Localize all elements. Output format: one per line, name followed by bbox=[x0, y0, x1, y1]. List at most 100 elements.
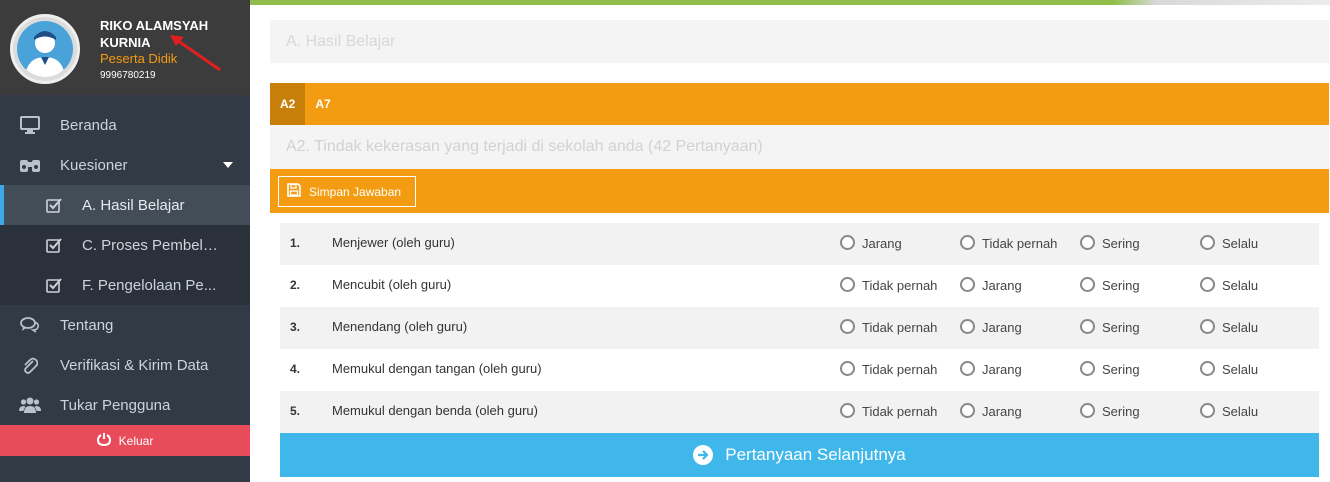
question-row: 1. Menjewer (oleh guru) Jarang Tidak per… bbox=[280, 223, 1319, 265]
answer-option[interactable]: Sering bbox=[1080, 361, 1140, 377]
radio-button[interactable] bbox=[960, 361, 975, 376]
question-row: 2. Mencubit (oleh guru) Tidak pernah Jar… bbox=[280, 265, 1319, 307]
user-profile: RIKO ALAMSYAH KURNIA Peserta Didik 99967… bbox=[0, 0, 250, 95]
answer-option[interactable]: Selalu bbox=[1200, 403, 1258, 419]
question-number: 2. bbox=[290, 278, 301, 292]
sidebar-item-tukar-pengguna[interactable]: Tukar Pengguna bbox=[0, 385, 250, 425]
question-number: 5. bbox=[290, 404, 301, 418]
answer-option[interactable]: Tidak pernah bbox=[840, 361, 937, 377]
question-row: 5. Memukul dengan benda (oleh guru) Tida… bbox=[280, 391, 1319, 433]
sidebar-item-pengelolaan[interactable]: F. Pengelolaan Pe... bbox=[0, 265, 250, 305]
radio-button[interactable] bbox=[1200, 403, 1215, 418]
answer-option[interactable]: Tidak pernah bbox=[960, 235, 1057, 251]
radio-button[interactable] bbox=[960, 319, 975, 334]
main-content: A. Hasil Belajar A2 A7 A2. Tindak kekera… bbox=[250, 5, 1330, 482]
question-tabs: A2 A7 bbox=[270, 83, 1329, 125]
save-toolbar: Simpan Jawaban bbox=[270, 169, 1329, 213]
chevron-down-icon bbox=[223, 162, 233, 168]
red-arrow-annotation-icon bbox=[170, 35, 221, 72]
radio-button[interactable] bbox=[840, 403, 855, 418]
tab-a2[interactable]: A2 bbox=[270, 83, 306, 125]
question-text: Menjewer (oleh guru) bbox=[332, 235, 455, 250]
answer-option[interactable]: Tidak pernah bbox=[840, 319, 937, 335]
checkbox-icon bbox=[0, 277, 82, 293]
paperclip-icon bbox=[0, 356, 60, 374]
answer-option[interactable]: Jarang bbox=[960, 319, 1022, 335]
answer-option[interactable]: Sering bbox=[1080, 235, 1140, 251]
answer-option[interactable]: Jarang bbox=[960, 403, 1022, 419]
question-number: 4. bbox=[290, 362, 301, 376]
question-number: 1. bbox=[290, 236, 301, 250]
radio-button[interactable] bbox=[1080, 235, 1095, 250]
sidebar-item-beranda[interactable]: Beranda bbox=[0, 105, 250, 145]
radio-button[interactable] bbox=[1080, 319, 1095, 334]
sidebar-item-label: Tukar Pengguna bbox=[60, 396, 171, 414]
radio-button[interactable] bbox=[1200, 277, 1215, 292]
logout-button[interactable]: Keluar bbox=[0, 425, 250, 456]
sidebar-item-proses-pembelajaran[interactable]: C. Proses Pembela... bbox=[0, 225, 250, 265]
user-role: Peserta Didik bbox=[100, 51, 178, 66]
sidebar-item-label: F. Pengelolaan Pe... bbox=[82, 276, 217, 294]
tab-a7[interactable]: A7 bbox=[305, 83, 340, 125]
sidebar-item-label: Beranda bbox=[60, 116, 117, 134]
comments-icon bbox=[0, 317, 60, 333]
arrow-right-circle-icon bbox=[693, 445, 714, 465]
radio-button[interactable] bbox=[840, 361, 855, 376]
radio-button[interactable] bbox=[960, 403, 975, 418]
save-icon bbox=[287, 183, 301, 200]
radio-button[interactable] bbox=[960, 235, 975, 250]
radio-button[interactable] bbox=[840, 235, 855, 250]
answer-option[interactable]: Tidak pernah bbox=[840, 277, 937, 293]
users-icon bbox=[0, 396, 60, 414]
radio-button[interactable] bbox=[1080, 361, 1095, 376]
answer-option[interactable]: Jarang bbox=[960, 361, 1022, 377]
answer-option[interactable]: Tidak pernah bbox=[840, 403, 937, 419]
question-text: Menendang (oleh guru) bbox=[332, 319, 468, 334]
question-list: 1. Menjewer (oleh guru) Jarang Tidak per… bbox=[280, 223, 1319, 433]
user-id: 9996780219 bbox=[100, 70, 156, 81]
sidebar-item-verifikasi[interactable]: Verifikasi & Kirim Data bbox=[0, 345, 250, 385]
question-row: 3. Menendang (oleh guru) Tidak pernah Ja… bbox=[280, 307, 1319, 349]
sidebar-item-label: Verifikasi & Kirim Data bbox=[60, 356, 209, 374]
radio-button[interactable] bbox=[840, 277, 855, 292]
radio-button[interactable] bbox=[960, 277, 975, 292]
sidebar-item-hasil-belajar[interactable]: A. Hasil Belajar bbox=[0, 185, 250, 225]
power-icon bbox=[96, 432, 111, 449]
question-text: Memukul dengan benda (oleh guru) bbox=[332, 403, 538, 418]
answer-option[interactable]: Selalu bbox=[1200, 319, 1258, 335]
save-answers-button[interactable]: Simpan Jawaban bbox=[278, 176, 416, 207]
answer-option[interactable]: Jarang bbox=[840, 235, 902, 251]
question-number: 3. bbox=[290, 320, 301, 334]
radio-button[interactable] bbox=[1200, 361, 1215, 376]
sidebar-item-tentang[interactable]: Tentang bbox=[0, 305, 250, 345]
answer-option[interactable]: Jarang bbox=[960, 277, 1022, 293]
sidebar-item-kuesioner[interactable]: Kuesioner bbox=[0, 145, 250, 185]
question-text: Memukul dengan tangan (oleh guru) bbox=[332, 361, 542, 376]
radio-button[interactable] bbox=[1080, 403, 1095, 418]
binoculars-icon bbox=[0, 157, 60, 173]
radio-button[interactable] bbox=[1200, 235, 1215, 250]
answer-option[interactable]: Selalu bbox=[1200, 235, 1258, 251]
answer-option[interactable]: Selalu bbox=[1200, 277, 1258, 293]
monitor-icon bbox=[0, 116, 60, 134]
next-question-button[interactable]: Pertanyaan Selanjutnya bbox=[280, 433, 1319, 477]
answer-option[interactable]: Sering bbox=[1080, 277, 1140, 293]
logout-label: Keluar bbox=[118, 433, 154, 448]
next-question-label: Pertanyaan Selanjutnya bbox=[725, 445, 906, 464]
answer-option[interactable]: Sering bbox=[1080, 403, 1140, 419]
answer-option[interactable]: Sering bbox=[1080, 319, 1140, 335]
sidebar-item-label: A. Hasil Belajar bbox=[82, 196, 185, 214]
sidebar-item-label: Tentang bbox=[60, 316, 114, 334]
radio-button[interactable] bbox=[1080, 277, 1095, 292]
sidebar-item-label: Kuesioner bbox=[60, 156, 128, 174]
question-row: 4. Memukul dengan tangan (oleh guru) Tid… bbox=[280, 349, 1319, 391]
sidebar-item-label: C. Proses Pembela... bbox=[82, 236, 222, 254]
question-text: Mencubit (oleh guru) bbox=[332, 277, 452, 292]
checkbox-icon bbox=[0, 237, 82, 253]
save-answers-label: Simpan Jawaban bbox=[309, 184, 402, 199]
radio-button[interactable] bbox=[840, 319, 855, 334]
answer-option[interactable]: Selalu bbox=[1200, 361, 1258, 377]
question-group-title: A2. Tindak kekerasan yang terjadi di sek… bbox=[270, 125, 1329, 169]
radio-button[interactable] bbox=[1200, 319, 1215, 334]
sidebar: RIKO ALAMSYAH KURNIA Peserta Didik 99967… bbox=[0, 0, 250, 482]
